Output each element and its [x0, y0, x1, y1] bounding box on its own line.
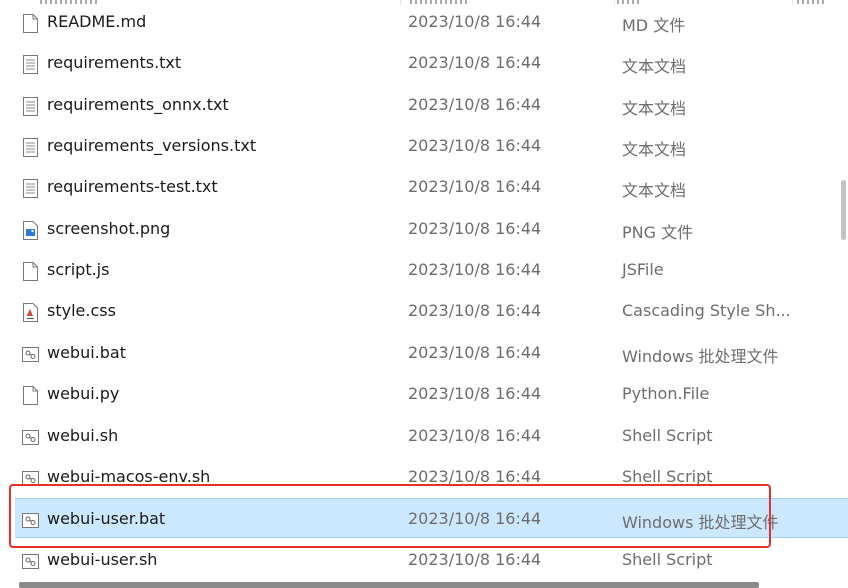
file-date: 2023/10/8 16:44	[408, 12, 542, 31]
file-date: 2023/10/8 16:44	[408, 218, 542, 238]
blank-file-icon	[22, 14, 39, 33]
file-row[interactable]: requirements.txt 2023/10/8 16:44 文本文档	[15, 43, 848, 83]
file-row[interactable]: webui.bat 2023/10/8 16:44 Windows 批处理文件	[15, 333, 848, 373]
file-name: webui.bat	[47, 342, 126, 362]
file-type: Shell Script	[622, 425, 713, 445]
file-row[interactable]: script.js 2023/10/8 16:44 JSFile	[15, 250, 848, 290]
script-file-icon	[22, 552, 39, 571]
file-date: 2023/10/8 16:44	[408, 260, 542, 280]
css-file-icon	[22, 303, 39, 323]
script-file-icon	[22, 428, 39, 447]
file-row[interactable]: webui.py 2023/10/8 16:44 Python.File	[15, 374, 848, 414]
file-type: 文本文档	[622, 57, 687, 77]
file-name: requirements.txt	[47, 53, 182, 73]
horizontal-scrollbar-thumb[interactable]	[19, 582, 759, 588]
script-file-icon	[22, 345, 39, 364]
file-date: 2023/10/8 16:44	[408, 94, 542, 114]
image-file-icon	[22, 220, 39, 240]
annotation-highlight-box	[9, 484, 771, 548]
file-name: script.js	[47, 260, 110, 280]
text-file-icon	[22, 96, 39, 116]
file-row[interactable]: requirements_onnx.txt 2023/10/8 16:44 文本文档	[15, 85, 848, 125]
file-name: webui.py	[47, 384, 120, 404]
file-date: 2023/10/8 16:44	[408, 53, 542, 73]
file-row[interactable]: README.md 2023/10/8 16:44 MD 文件	[15, 2, 848, 42]
file-type: 文本文档	[622, 140, 687, 160]
blank-file-icon	[22, 386, 39, 406]
file-name: webui-macos-env.sh	[47, 466, 211, 486]
file-date: 2023/10/8 16:44	[408, 549, 542, 569]
file-type: Shell Script	[622, 466, 713, 486]
file-type: MD 文件	[622, 16, 686, 35]
file-row[interactable]: requirements_versions.txt 2023/10/8 16:44…	[15, 126, 848, 166]
text-file-icon	[22, 138, 39, 158]
text-file-icon	[22, 55, 39, 75]
file-type: PNG 文件	[622, 222, 694, 242]
file-name: webui-user.sh	[47, 549, 158, 569]
file-date: 2023/10/8 16:44	[408, 342, 542, 362]
file-type: 文本文档	[622, 98, 687, 118]
file-name: screenshot.png	[47, 218, 171, 238]
file-type: Python.File	[622, 384, 710, 404]
file-date: 2023/10/8 16:44	[408, 136, 542, 156]
file-date: 2023/10/8 16:44	[408, 384, 542, 404]
file-name: requirements-test.txt	[47, 177, 218, 197]
file-type: JSFile	[622, 260, 664, 280]
file-row[interactable]: screenshot.png 2023/10/8 16:44 PNG 文件	[15, 209, 848, 249]
file-row[interactable]: webui.sh 2023/10/8 16:44 Shell Script	[15, 416, 848, 456]
file-row[interactable]: style.css 2023/10/8 16:44 Cascading Style …	[15, 291, 848, 331]
file-type: Cascading Style Sh...	[622, 301, 791, 321]
file-date: 2023/10/8 16:44	[408, 301, 542, 321]
file-name: webui.sh	[47, 425, 119, 445]
file-row[interactable]: requirements-test.txt 2023/10/8 16:44 文本文档	[15, 167, 848, 207]
file-name: requirements_onnx.txt	[47, 94, 229, 114]
file-name: style.css	[47, 301, 116, 321]
file-name: requirements_versions.txt	[47, 136, 257, 156]
file-name: README.md	[47, 12, 147, 31]
file-type: 文本文档	[622, 181, 687, 201]
file-date: 2023/10/8 16:44	[408, 466, 542, 486]
file-type: Windows 批处理文件	[622, 346, 779, 366]
vertical-scrollbar-thumb[interactable]	[841, 180, 846, 240]
file-date: 2023/10/8 16:44	[408, 425, 542, 445]
blank-file-icon	[22, 262, 39, 282]
text-file-icon	[22, 179, 39, 199]
file-date: 2023/10/8 16:44	[408, 177, 542, 197]
file-type: Shell Script	[622, 549, 713, 569]
